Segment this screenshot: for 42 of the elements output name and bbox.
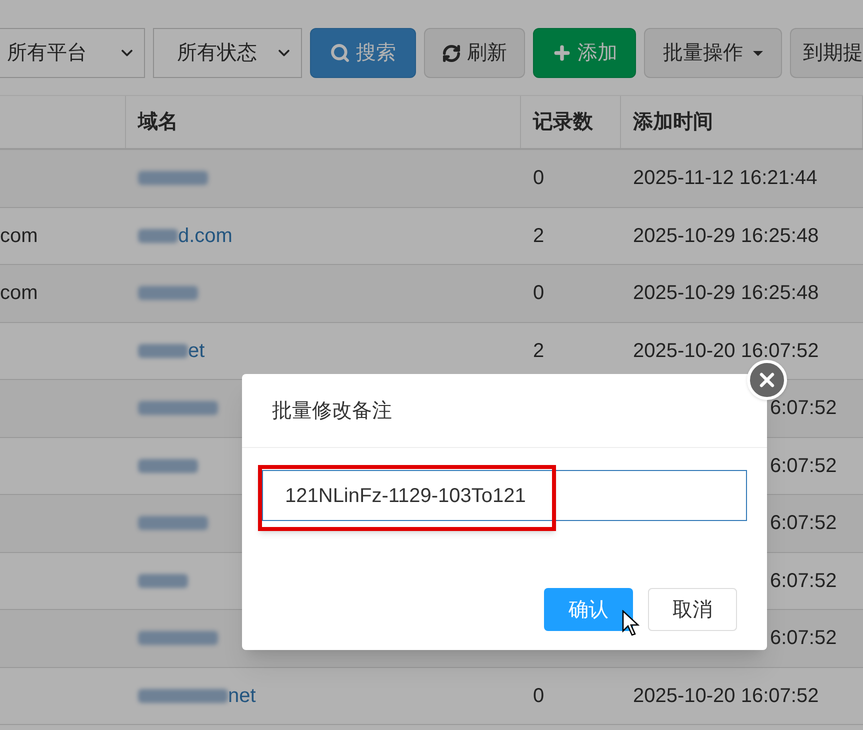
domain-link[interactable]: et [188,336,205,366]
plus-icon [552,43,572,63]
column-header: 记录数 [533,110,593,135]
table-cell-text: 0 [533,166,544,192]
toolbar-button[interactable]: 到期提 [790,28,863,78]
table-cell-text: 6:07:52 [770,626,837,652]
table-cell-text: 6:07:52 [770,454,837,479]
redacted-blur [138,458,198,473]
redacted-blur [138,171,208,186]
caret-icon [753,50,763,56]
table-cell-text: 6:07:52 [770,396,837,422]
domain-link[interactable]: net [228,680,256,711]
table-cell-text: 2 [533,224,544,249]
table-cell-text: 2025-10-29 16:25:48 [633,281,819,306]
redacted-blur [138,574,188,588]
redacted-blur [138,286,198,300]
redacted-blur [138,516,208,530]
column-header: 添加时间 [633,110,713,135]
table-cell-text: 0 [533,281,544,306]
domain-link[interactable]: d.com [178,220,232,251]
refresh-icon [442,44,461,62]
table-cell-text: com [0,224,38,249]
toolbar-button[interactable]: 刷新 [424,28,525,78]
table-cell-text: 0 [533,684,544,709]
batch-dropdown-button[interactable]: 批量操作 [644,28,782,78]
table-cell-text: 2025-10-20 16:07:52 [633,684,819,709]
table-cell-text: com [0,281,38,306]
table-cell-text: 2025-10-20 16:07:52 [633,338,819,364]
table-cell-text: 2025-10-29 16:25:48 [633,224,819,249]
redacted-blur [138,344,188,358]
table-cell-text: 2 [533,338,544,364]
cursor-icon [622,610,642,638]
table-cell-text: 2025-11-12 16:21:44 [633,166,818,192]
table-cell-text: 6:07:52 [770,568,837,594]
search-icon [330,43,350,63]
table-cell-text: 6:07:52 [770,511,837,536]
filter-select[interactable]: 所有状态 [153,28,302,78]
dialog-title: 批量修改备注 [272,398,392,424]
filter-select[interactable]: 所有平台 [0,28,145,78]
redacted-blur [138,228,178,243]
cancel-button[interactable]: 取消 [648,588,737,631]
column-header: 域名 [138,110,178,135]
